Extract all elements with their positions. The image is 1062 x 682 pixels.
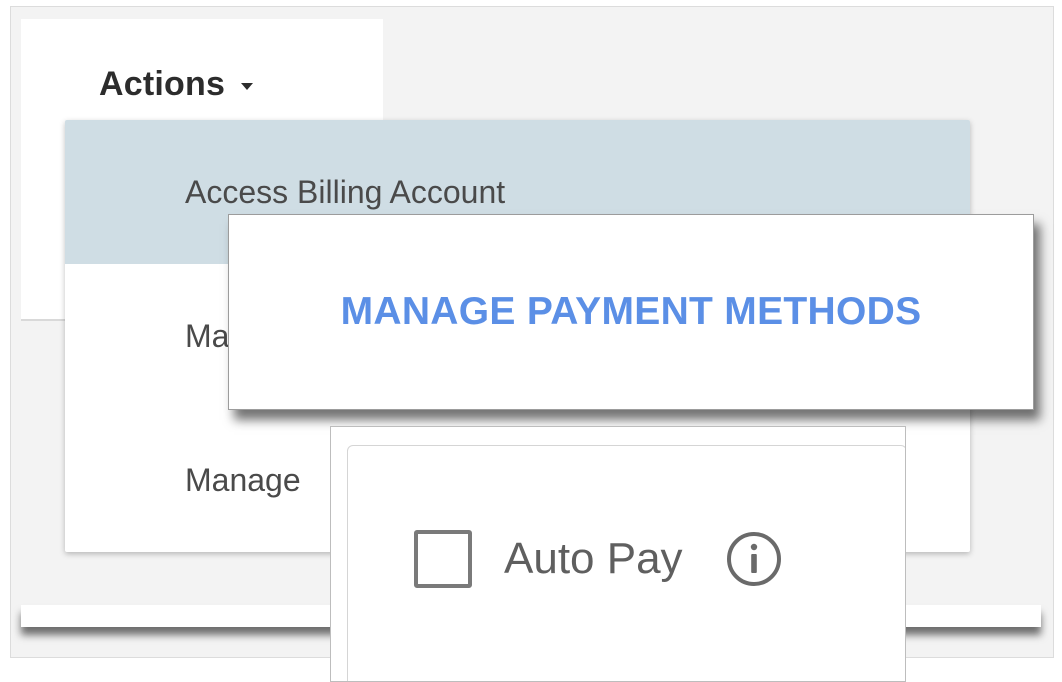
auto-pay-label[interactable]: Auto Pay xyxy=(504,534,683,584)
info-icon[interactable] xyxy=(725,530,783,588)
manage-payment-methods-link[interactable]: MANAGE PAYMENT METHODS xyxy=(341,290,922,334)
manage-payment-methods-callout: MANAGE PAYMENT METHODS xyxy=(228,214,1034,410)
auto-pay-panel: Auto Pay xyxy=(347,445,905,681)
auto-pay-row: Auto Pay xyxy=(414,530,783,588)
caret-down-icon xyxy=(241,83,254,90)
auto-pay-checkbox[interactable] xyxy=(414,530,472,588)
actions-dropdown-button[interactable]: Actions xyxy=(99,65,254,104)
menu-item-label: Access Billing Account xyxy=(185,173,506,210)
actions-label: Actions xyxy=(99,65,226,103)
menu-item-label: Manage xyxy=(185,461,301,498)
auto-pay-callout: Auto Pay xyxy=(330,426,906,682)
menu-item-label: Ma xyxy=(185,317,230,354)
